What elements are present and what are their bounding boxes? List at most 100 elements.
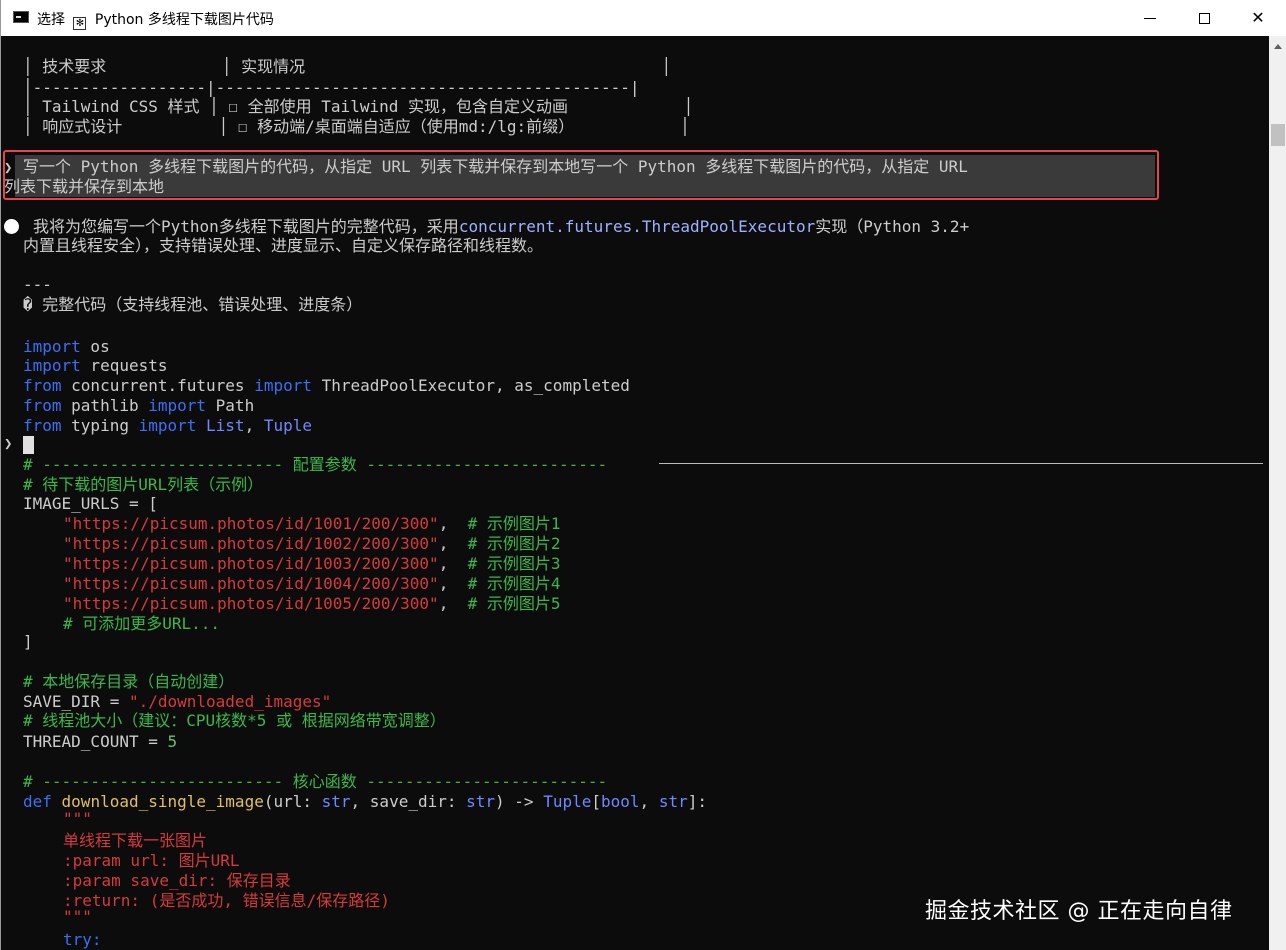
keyword: from [23,376,62,395]
vertical-scrollbar[interactable] [1269,36,1286,950]
inline-comment: # 示例图片5 [467,594,561,613]
tab-asterisk-icon: ✻ [73,17,87,30]
inline-comment: # 示例图片4 [467,574,561,593]
code-line: THREAD_COUNT = 5 [23,732,177,752]
type-name: List [196,416,245,435]
code-text: pathlib [61,396,149,415]
keyword: import [23,356,81,375]
code-text: (url: [263,792,322,811]
terminal-window: 选择 ✻ Python 多线程下载图片代码 ✕ │ 技术要求 │ 实现情况 │ … [0,0,1286,950]
section-heading: � 完整代码（支持线程池、错误处理、进度条） [23,295,363,314]
code-line: try: [63,930,102,949]
comment-line: # ------------------------- 核心函数 -------… [23,772,608,791]
comment-line: # 线程池大小（建议：CPU核数*5 或 根据网络带宽调整） [23,711,446,730]
close-button[interactable]: ✕ [1235,0,1281,36]
comment-line: # ------------------------- 配置参数 -------… [23,455,608,474]
string-literal: "https://picsum.photos/id/1004/200/300" [63,574,439,593]
title-text: Python 多线程下载图片代码 [94,12,274,28]
comment-line: # 可添加更多URL... [63,614,221,633]
scrollbar-thumb[interactable] [1271,124,1285,146]
code-text: requests [80,356,168,375]
code-text: , [244,416,264,435]
minimize-button[interactable] [1127,0,1173,36]
title-mode-label: 选择 [37,12,65,28]
code-text: , [639,792,659,811]
type-name: Tuple [263,416,312,435]
minimize-icon [1144,18,1156,19]
response-text: 内置且线程安全），支持错误处理、进度显示、自定义保存路径和线程数。 [23,236,544,255]
keyword: def [23,792,52,811]
inline-comment: # 示例图片1 [467,514,561,533]
code-text: SAVE_DIR = [23,692,129,711]
response-segment: 我将为您编写一个Python多线程下载图片的完整代码，采用 [33,217,459,236]
code-line: "https://picsum.photos/id/1005/200/300",… [63,594,561,614]
code-text: , [438,514,468,533]
code-text: concurrent.futures [61,376,255,395]
code-text: , [438,554,468,573]
docstring-line: 单线程下载一张图片 [63,831,208,850]
code-text: , [438,534,468,553]
code-line: "https://picsum.photos/id/1002/200/300",… [63,534,561,554]
code-line: from pathlib import Path [23,396,254,416]
code-text: , [438,574,468,593]
string-literal: "https://picsum.photos/id/1003/200/300" [63,554,439,573]
code-text: [ [591,792,602,811]
code-line: ] [23,632,33,651]
table-header-row: │ 技术要求 │ 实现情况 │ [23,57,672,76]
docstring-line: :param url: 图片URL [63,851,240,870]
string-literal: "https://picsum.photos/id/1005/200/300" [63,594,439,613]
prompt-highlight-box [3,150,1159,200]
code-line: "https://picsum.photos/id/1004/200/300",… [63,574,561,594]
docstring-line: """ [63,907,92,926]
scroll-up-arrow-icon[interactable] [1274,44,1282,49]
code-line: from concurrent.futures import ThreadPoo… [23,376,630,396]
comment-line: # 本地保存目录（自动创建） [23,672,235,691]
response-bullet-icon [4,219,19,234]
code-line: import os [23,337,110,357]
inline-comment: # 示例图片3 [467,554,561,573]
inline-comment: # 示例图片2 [467,534,561,553]
console-output[interactable]: │ 技术要求 │ 实现情况 │ │------------------|----… [1,36,1269,950]
response-segment: 实现（Python 3.2+ [815,217,970,236]
code-text: ThreadPoolExecutor, as_completed [311,376,630,395]
keyword: import [254,376,312,395]
keyword: import [23,337,81,356]
watermark-text: 掘金技术社区 @ 正在走向自律 [925,899,1233,924]
code-text: THREAD_COUNT = [23,732,168,751]
keyword: import [138,416,197,435]
keyword: from [23,416,62,435]
table-row: │ 响应式设计 │ ☐ 移动端/桌面端自适应（使用md:/lg:前缀） │ [23,117,690,136]
code-text: ) -> [495,792,544,811]
code-text: , save_dir: [350,792,467,811]
maximize-button[interactable] [1181,0,1227,36]
docstring-line: """ [63,809,92,828]
maximize-icon [1198,13,1210,24]
code-text: , [438,594,468,613]
docstring-line: :param save_dir: 保存目录 [63,871,291,890]
inline-code: concurrent.futures.ThreadPoolExecutor [458,217,816,236]
input-chevron-icon: ❯ [4,436,13,452]
code-line: IMAGE_URLS = [ [23,494,158,513]
keyword: import [148,396,207,415]
input-divider [659,463,1263,464]
code-text: typing [61,416,139,435]
code-line: from typing import List, Tuple [23,416,312,436]
close-icon: ✕ [1251,8,1265,27]
console-app-icon [13,11,29,23]
response-text: 我将为您编写一个Python多线程下载图片的完整代码，采用concurrent.… [33,217,969,237]
markdown-separator: --- [23,275,52,294]
table-divider: │------------------|--------------------… [23,78,640,97]
type-name: Tuple [543,792,592,811]
type-name: str [658,792,688,811]
code-line: def download_single_image(url: str, save… [23,792,707,812]
text-cursor[interactable] [23,436,34,454]
title-bar: 选择 ✻ Python 多线程下载图片代码 ✕ [1,0,1286,36]
type-name: str [321,792,351,811]
code-line: "https://picsum.photos/id/1001/200/300",… [63,514,561,534]
string-literal: "./downloaded_images" [128,692,332,711]
code-line: "https://picsum.photos/id/1003/200/300",… [63,554,561,574]
table-row: │ Tailwind CSS 样式 │ ☐ 全部使用 Tailwind 实现，包… [23,97,694,116]
code-text: Path [206,396,255,415]
code-line: import requests [23,356,168,376]
number-literal: 5 [167,732,178,751]
